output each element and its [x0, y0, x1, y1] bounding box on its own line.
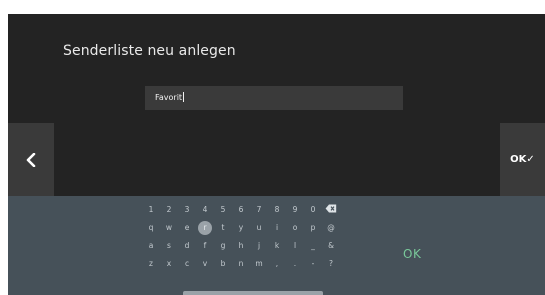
- dialog-title: Senderliste neu anlegen: [63, 43, 236, 59]
- keyboard-key[interactable]: .: [288, 257, 302, 271]
- confirm-button[interactable]: OK✓: [500, 123, 545, 196]
- keyboard-key-focused[interactable]: r: [198, 221, 212, 235]
- keyboard-key[interactable]: q: [144, 221, 158, 235]
- chevron-left-icon: [8, 123, 54, 196]
- keyboard-key[interactable]: v: [198, 257, 212, 271]
- keyboard-key[interactable]: y: [234, 221, 248, 235]
- keyboard-key[interactable]: j: [252, 239, 266, 253]
- tv-screen: Senderliste neu anlegen Favorit OK✓ 1 2 …: [8, 14, 545, 295]
- keyboard-key[interactable]: &: [324, 239, 338, 253]
- keyboard-key[interactable]: ?: [324, 257, 338, 271]
- keyboard-ok-button[interactable]: OK: [403, 247, 421, 261]
- keyboard-key[interactable]: e: [180, 221, 194, 235]
- keyboard-key[interactable]: o: [288, 221, 302, 235]
- keyboard-key[interactable]: 5: [216, 203, 230, 217]
- keyboard-key[interactable]: -: [306, 257, 320, 271]
- keyboard-key[interactable]: 0: [306, 203, 320, 217]
- list-name-input[interactable]: Favorit: [145, 86, 403, 110]
- keyboard-key[interactable]: m: [252, 257, 266, 271]
- keyboard-key[interactable]: w: [162, 221, 176, 235]
- keyboard-key[interactable]: i: [270, 221, 284, 235]
- keyboard-key[interactable]: 3: [180, 203, 194, 217]
- keyboard-key[interactable]: k: [270, 239, 284, 253]
- backspace-icon: [325, 204, 337, 213]
- keyboard-key[interactable]: z: [144, 257, 158, 271]
- keyboard-key[interactable]: g: [216, 239, 230, 253]
- keyboard-key[interactable]: x: [162, 257, 176, 271]
- keyboard-key[interactable]: s: [162, 239, 176, 253]
- keyboard-key[interactable]: 7: [252, 203, 266, 217]
- keyboard-key[interactable]: 2: [162, 203, 176, 217]
- back-button[interactable]: [8, 123, 54, 196]
- keyboard-key[interactable]: @: [324, 221, 338, 235]
- keyboard-key[interactable]: c: [180, 257, 194, 271]
- keyboard-key[interactable]: a: [144, 239, 158, 253]
- keyboard-key[interactable]: f: [198, 239, 212, 253]
- onscreen-keyboard: 1 2 3 4 5 6 7 8 9 0 q w e r t y u i o p …: [8, 196, 545, 295]
- keyboard-key[interactable]: u: [252, 221, 266, 235]
- keyboard-key[interactable]: 9: [288, 203, 302, 217]
- confirm-button-label: OK✓: [510, 154, 535, 165]
- keyboard-key[interactable]: l: [288, 239, 302, 253]
- keyboard-key[interactable]: 4: [198, 203, 212, 217]
- keyboard-key[interactable]: _: [306, 239, 320, 253]
- keyboard-key[interactable]: 1: [144, 203, 158, 217]
- list-name-value: Favorit: [155, 93, 183, 102]
- keyboard-key[interactable]: ,: [270, 257, 284, 271]
- backspace-key[interactable]: [324, 203, 338, 217]
- keyboard-key[interactable]: d: [180, 239, 194, 253]
- keyboard-key[interactable]: t: [216, 221, 230, 235]
- keyboard-key[interactable]: h: [234, 239, 248, 253]
- space-key[interactable]: [183, 291, 323, 295]
- keyboard-key[interactable]: 8: [270, 203, 284, 217]
- keyboard-key[interactable]: 6: [234, 203, 248, 217]
- keyboard-key[interactable]: n: [234, 257, 248, 271]
- keyboard-key[interactable]: b: [216, 257, 230, 271]
- keyboard-key[interactable]: p: [306, 221, 320, 235]
- text-cursor: [183, 92, 185, 102]
